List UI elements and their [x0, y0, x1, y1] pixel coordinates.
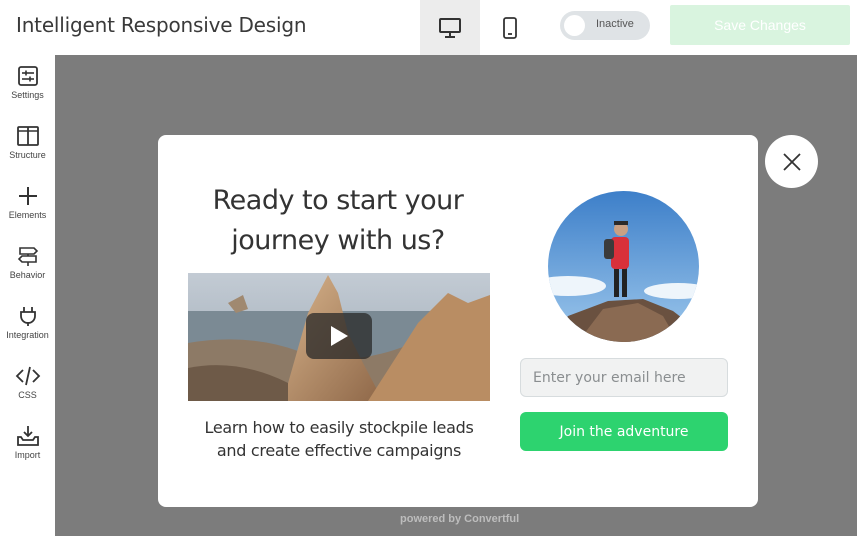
video-player[interactable] — [188, 273, 490, 401]
desktop-icon — [439, 17, 461, 38]
hero-image — [548, 191, 699, 342]
code-icon — [15, 366, 40, 386]
toggle-knob — [564, 15, 585, 36]
sidebar: Settings Structure Elements Behavior Int… — [0, 55, 55, 536]
hiker-on-summit-image — [548, 191, 699, 342]
columns-icon — [16, 126, 39, 146]
save-changes-button[interactable]: Save Changes — [670, 5, 850, 45]
powered-by-label: powered by Convertful — [400, 513, 520, 525]
popup-headline: Ready to start your journey with us? — [212, 185, 464, 256]
mobile-view-button[interactable] — [480, 0, 540, 55]
desktop-view-button[interactable] — [420, 0, 480, 55]
join-adventure-button[interactable]: Join the adventure — [520, 412, 728, 451]
status-toggle[interactable]: Inactive — [560, 11, 650, 40]
signpost-icon — [17, 247, 38, 266]
sidebar-item-label: Import — [14, 450, 41, 460]
sidebar-item-label: Behavior — [9, 270, 46, 280]
settings-sliders-icon — [17, 66, 38, 86]
mobile-icon — [503, 16, 517, 39]
play-button[interactable] — [306, 313, 372, 359]
close-popup-button[interactable] — [765, 135, 818, 188]
status-label: Inactive — [596, 18, 634, 30]
sidebar-item-import[interactable]: Import — [0, 415, 55, 471]
sidebar-item-label: Elements — [8, 210, 47, 220]
sidebar-item-label: CSS — [18, 390, 37, 400]
plug-icon — [19, 307, 36, 326]
close-icon — [782, 152, 801, 171]
top-bar: Intelligent Responsive Design Inactive S… — [0, 0, 857, 55]
sidebar-item-elements[interactable]: Elements — [0, 175, 55, 231]
sidebar-item-label: Structure — [9, 150, 46, 160]
sidebar-item-behavior[interactable]: Behavior — [0, 235, 55, 291]
plus-icon — [18, 187, 37, 205]
page-title: Intelligent Responsive Design — [16, 13, 307, 37]
sidebar-item-integration[interactable]: Integration — [0, 295, 55, 351]
popup-description: Learn how to easily stockpile leads and … — [204, 418, 474, 460]
email-input[interactable] — [520, 358, 728, 397]
sidebar-item-settings[interactable]: Settings — [0, 55, 55, 111]
import-tray-icon — [16, 426, 39, 446]
sidebar-item-structure[interactable]: Structure — [0, 115, 55, 171]
sidebar-item-css[interactable]: CSS — [0, 355, 55, 411]
sidebar-item-label: Integration — [6, 330, 49, 340]
popup-card: Ready to start your journey with us? Lea… — [158, 135, 758, 507]
sidebar-item-label: Settings — [11, 90, 44, 100]
play-icon — [331, 326, 348, 346]
